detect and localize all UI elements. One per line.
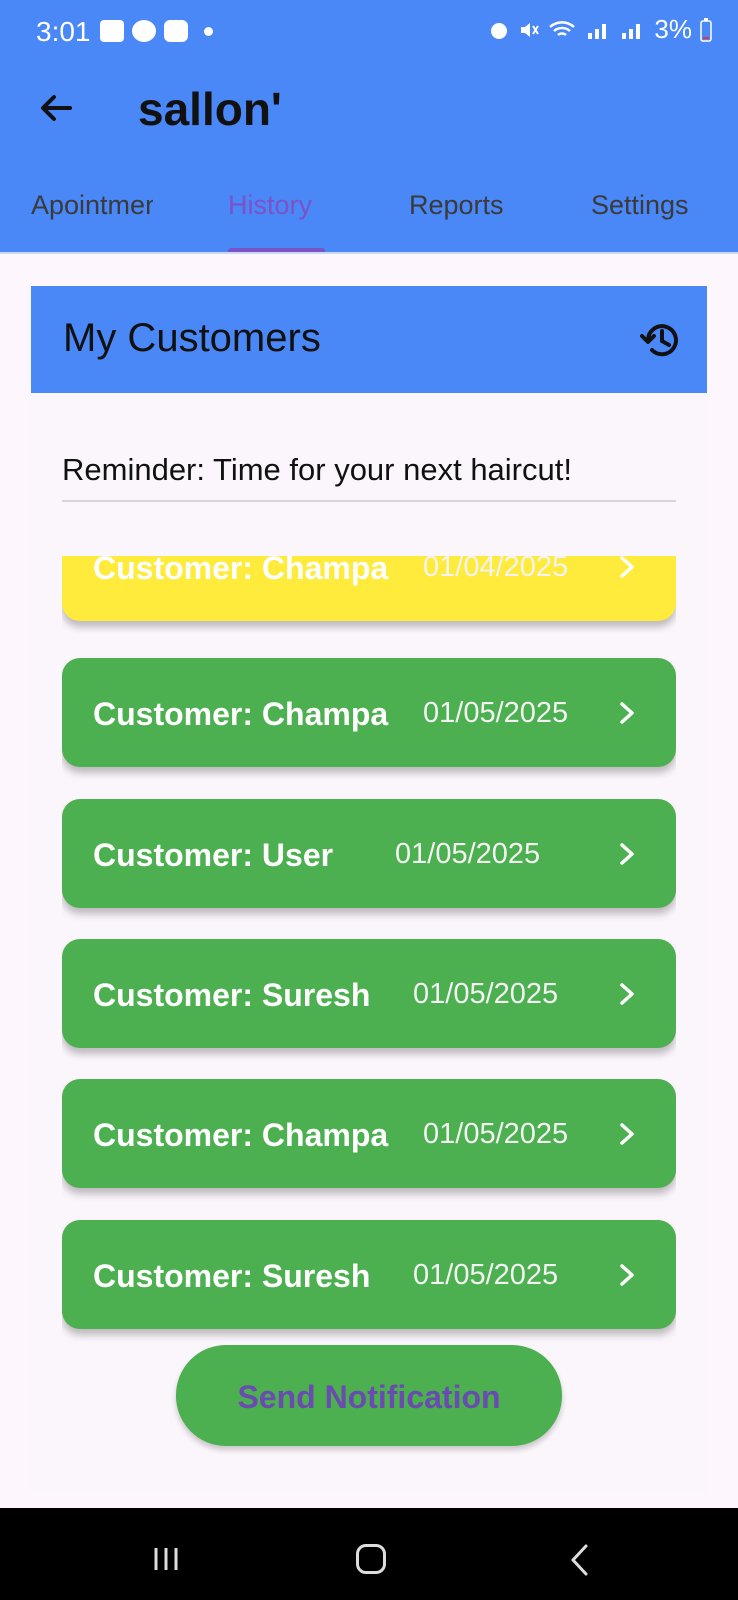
- customer-name: Customer: Champa: [93, 556, 389, 586]
- status-time: 3:01: [36, 16, 91, 47]
- more-notifications-icon: [204, 26, 213, 36]
- system-icons: 3%: [488, 14, 712, 45]
- tab-bar: Apointments History Reports Settings: [0, 180, 738, 254]
- app-bar: 3:01 3% sallon' Apointments History Repo…: [0, 0, 738, 254]
- customer-row[interactable]: Customer: Champa 01/05/2025: [62, 1079, 676, 1188]
- customer-row[interactable]: Customer: Suresh 01/05/2025: [62, 1220, 676, 1329]
- section-title: My Customers: [63, 316, 321, 360]
- tab-reports[interactable]: Reports: [409, 190, 504, 221]
- section-header: My Customers: [31, 286, 707, 393]
- customer-row[interactable]: Customer: Champa 01/04/2025: [62, 556, 676, 621]
- customer-row[interactable]: Customer: Champa 01/05/2025: [62, 658, 676, 767]
- customer-row[interactable]: Customer: User 01/05/2025: [62, 799, 676, 908]
- chevron-right-icon: [620, 556, 634, 578]
- youtube-icon: [164, 20, 188, 42]
- chevron-right-icon: [620, 702, 634, 724]
- customer-name: Customer: Champa: [93, 696, 389, 732]
- customer-list[interactable]: Customer: Champa 01/04/2025 Customer: Ch…: [62, 556, 676, 1346]
- send-notification-label: Send Notification: [237, 1379, 501, 1415]
- gallery-icon: [100, 20, 124, 42]
- customer-name: Customer: User: [93, 837, 334, 873]
- chevron-right-icon: [620, 983, 634, 1005]
- app-title: sallon': [138, 83, 282, 135]
- back-arrow-icon[interactable]: [34, 86, 78, 130]
- system-nav-bar: [0, 1508, 738, 1600]
- customer-date: 01/05/2025: [413, 978, 559, 1010]
- recents-icon[interactable]: [150, 1546, 182, 1572]
- battery-percent: 3%: [654, 14, 692, 44]
- home-icon[interactable]: [356, 1544, 386, 1574]
- chevron-right-icon: [620, 843, 634, 865]
- battery-icon: [700, 17, 712, 42]
- customer-row[interactable]: Customer: Suresh 01/05/2025: [62, 939, 676, 1048]
- chevron-right-icon: [620, 1264, 634, 1286]
- tab-appointments[interactable]: Apointments: [31, 190, 153, 221]
- reminder-text: Reminder: Time for your next haircut!: [62, 452, 572, 487]
- alarm-icon: [491, 22, 508, 39]
- reminder-divider: [62, 500, 676, 502]
- tab-divider: [0, 252, 738, 254]
- system-back-icon[interactable]: [568, 1542, 590, 1578]
- chat-icon: [132, 20, 156, 42]
- customer-date: 01/05/2025: [413, 1259, 559, 1291]
- tab-settings[interactable]: Settings: [591, 190, 689, 221]
- tab-history[interactable]: History: [228, 190, 312, 221]
- customer-date: 01/05/2025: [395, 838, 541, 870]
- notification-icons: [100, 20, 213, 42]
- customer-name: Customer: Suresh: [93, 1258, 371, 1294]
- send-notification-button[interactable]: Send Notification: [176, 1345, 562, 1446]
- wifi-icon: [549, 20, 576, 36]
- customer-name: Customer: Suresh: [93, 977, 371, 1013]
- history-icon[interactable]: [639, 318, 683, 362]
- mute-icon: [521, 22, 540, 37]
- chevron-right-icon: [620, 1123, 634, 1145]
- signal-icon: [588, 23, 607, 39]
- customer-date: 01/05/2025: [423, 697, 569, 729]
- customer-date: 01/04/2025: [423, 556, 569, 583]
- customer-name: Customer: Champa: [93, 1117, 389, 1153]
- status-bar: 3:01 3%: [0, 0, 738, 70]
- signal-icon-2: [622, 23, 641, 39]
- customer-date: 01/05/2025: [423, 1118, 569, 1150]
